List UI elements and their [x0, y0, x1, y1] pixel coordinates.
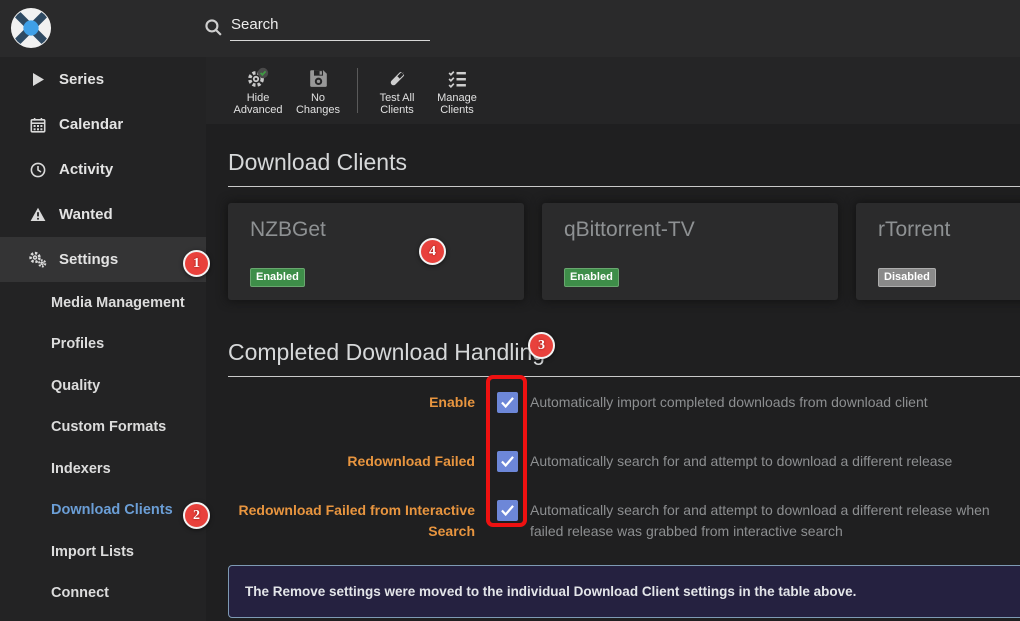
search-icon	[204, 18, 223, 42]
hide-advanced-button[interactable]: Hide Advanced	[228, 67, 288, 116]
redownload-failed-checkbox[interactable]	[497, 451, 518, 472]
form-row-redownload-failed-interactive: Redownload Failed from Interactive Searc…	[228, 500, 992, 542]
redownload-failed-interactive-checkbox[interactable]	[497, 500, 518, 521]
clock-icon	[28, 162, 47, 178]
warning-icon	[28, 207, 47, 222]
sidebar-subitem-quality[interactable]: Quality	[0, 365, 206, 407]
toolbar-button-label: Manage Clients	[427, 93, 487, 116]
sidebar-item-activity[interactable]: Activity	[0, 147, 206, 192]
manage-checklist-icon	[448, 67, 467, 90]
play-icon	[28, 72, 47, 87]
subitem-label: Profiles	[51, 336, 104, 352]
gears-icon	[28, 251, 47, 268]
sidebar-item-label: Calendar	[59, 116, 123, 133]
test-vial-icon	[387, 67, 408, 90]
field-label: Redownload Failed	[228, 451, 475, 472]
completed-download-handling-heading: Completed Download Handling	[228, 338, 1020, 377]
remove-settings-notice: The Remove settings were moved to the in…	[228, 565, 1020, 618]
toolbar-button-label: No Changes	[288, 93, 348, 116]
toolbar-divider	[357, 68, 358, 113]
client-name: rTorrent	[878, 218, 950, 242]
subitem-label: Indexers	[51, 461, 111, 477]
sidebar: Series Calendar Activity	[0, 57, 206, 621]
status-badge: Enabled	[564, 268, 619, 287]
sidebar-item-label: Settings	[59, 251, 118, 268]
subitem-label: Media Management	[51, 295, 185, 311]
search-bar	[204, 16, 430, 42]
subitem-label: Connect	[51, 585, 109, 601]
field-label: Enable	[228, 392, 475, 413]
client-card-rtorrent[interactable]: rTorrent Disabled	[856, 203, 1020, 300]
page-toolbar: Hide Advanced No Changes Test All	[206, 57, 1020, 124]
calendar-icon	[28, 117, 47, 133]
manage-clients-button[interactable]: Manage Clients	[427, 67, 487, 116]
settings-content: Download Clients NZBGet Enabled qBittorr…	[206, 124, 1020, 621]
sidebar-item-label: Series	[59, 71, 104, 88]
field-label: Redownload Failed from Interactive Searc…	[228, 500, 475, 542]
client-card-nzbget[interactable]: NZBGet Enabled	[228, 203, 524, 300]
sidebar-subitem-download-clients[interactable]: Download Clients	[0, 490, 206, 532]
sidebar-item-label: Wanted	[59, 206, 113, 223]
save-floppy-icon	[309, 67, 328, 90]
sidebar-item-calendar[interactable]: Calendar	[0, 102, 206, 147]
field-help-text: Automatically import completed downloads…	[530, 392, 928, 413]
sidebar-item-label: Activity	[59, 161, 113, 178]
client-name: qBittorrent-TV	[564, 218, 695, 242]
client-card-qbittorrent-tv[interactable]: qBittorrent-TV Enabled	[542, 203, 838, 300]
notice-text: The Remove settings were moved to the in…	[245, 584, 856, 599]
subitem-label: Import Lists	[51, 544, 134, 560]
client-name: NZBGet	[250, 218, 326, 242]
download-clients-heading: Download Clients	[228, 148, 1020, 187]
sonarr-logo[interactable]	[10, 7, 52, 49]
download-client-cards: NZBGet Enabled qBittorrent-TV Enabled rT…	[228, 203, 1020, 300]
no-changes-button[interactable]: No Changes	[288, 67, 348, 116]
toolbar-button-label: Hide Advanced	[228, 93, 288, 116]
sidebar-subitem-indexers[interactable]: Indexers	[0, 448, 206, 490]
form-row-enable: Enable Automatically import completed do…	[228, 392, 928, 413]
toolbar-button-label: Test All Clients	[367, 93, 427, 116]
sidebar-subitem-import-lists[interactable]: Import Lists	[0, 531, 206, 573]
status-badge: Enabled	[250, 268, 305, 287]
field-help-text: Automatically search for and attempt to …	[530, 451, 952, 472]
search-input[interactable]	[230, 16, 430, 41]
sidebar-subitem-media-management[interactable]: Media Management	[0, 282, 206, 324]
sidebar-subitem-custom-formats[interactable]: Custom Formats	[0, 407, 206, 449]
sidebar-subitem-profiles[interactable]: Profiles	[0, 324, 206, 366]
status-badge: Disabled	[878, 268, 936, 287]
subitem-label: Download Clients	[51, 502, 173, 518]
sidebar-subitem-connect[interactable]: Connect	[0, 573, 206, 615]
sidebar-item-series[interactable]: Series	[0, 57, 206, 102]
sidebar-item-wanted[interactable]: Wanted	[0, 192, 206, 237]
field-help-text: Automatically search for and attempt to …	[530, 500, 992, 541]
top-bar	[0, 0, 1020, 57]
form-row-redownload-failed: Redownload Failed Automatically search f…	[228, 451, 952, 472]
enable-checkbox[interactable]	[497, 392, 518, 413]
sidebar-item-settings[interactable]: Settings	[0, 237, 206, 282]
test-all-clients-button[interactable]: Test All Clients	[367, 67, 427, 116]
subitem-label: Quality	[51, 378, 100, 394]
subitem-label: Custom Formats	[51, 419, 166, 435]
advanced-gear-check-icon	[246, 67, 270, 90]
